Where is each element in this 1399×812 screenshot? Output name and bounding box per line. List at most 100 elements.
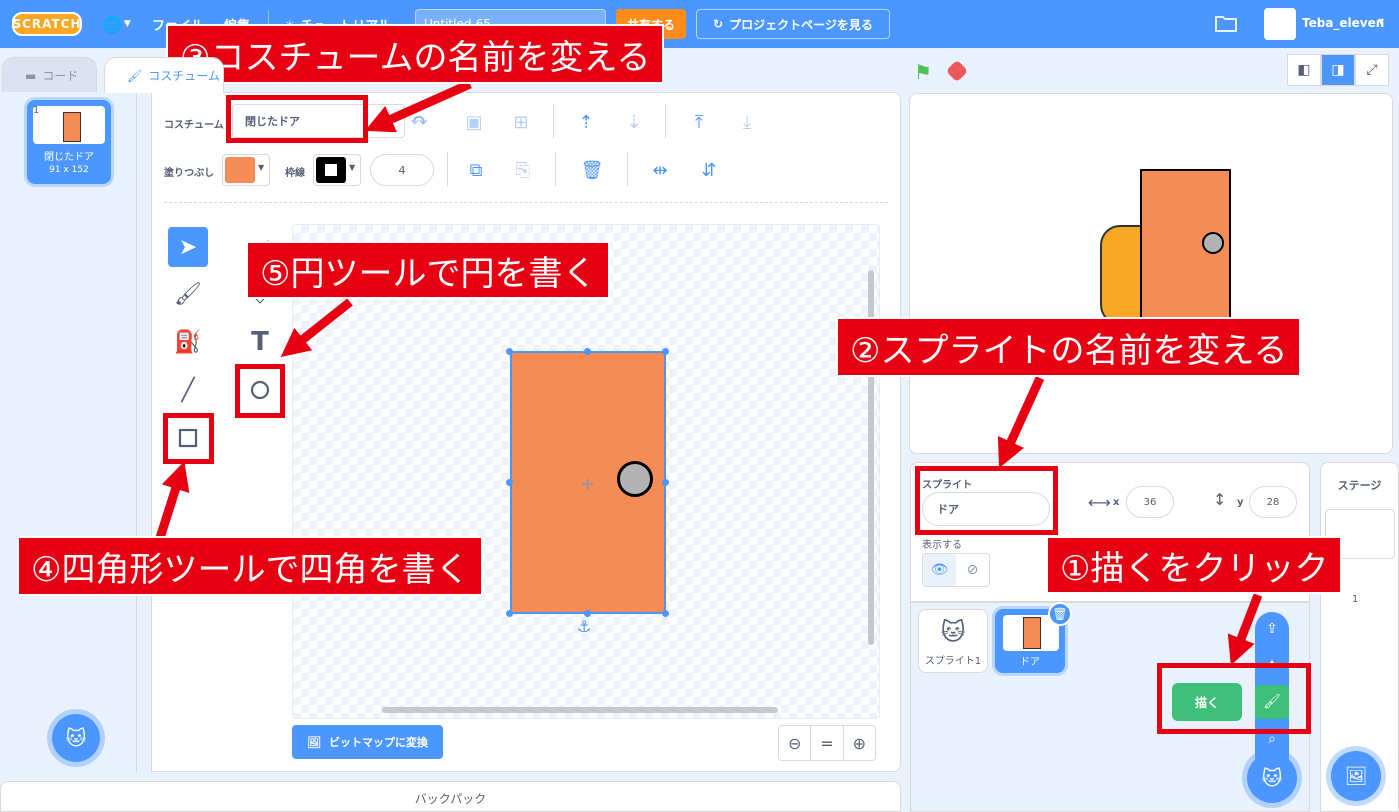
costume-item[interactable]: 1 閉じたドア 91 x 152: [27, 100, 111, 184]
redo-icon[interactable]: ↷: [406, 108, 434, 136]
cat-sprite[interactable]: [1100, 225, 1144, 325]
resize-handle[interactable]: [662, 348, 669, 355]
outline-color-picker[interactable]: ▼: [313, 154, 361, 186]
brush-tool[interactable]: 🖌: [168, 274, 208, 314]
trash-icon[interactable]: 🗑: [578, 156, 606, 184]
door-knob: [1202, 232, 1224, 254]
outline-label: 枠線: [285, 168, 305, 179]
small-stage-icon[interactable]: ◧: [1287, 54, 1321, 86]
fill-tool[interactable]: ⛽: [168, 322, 208, 362]
cursor-icon: ➤: [178, 234, 198, 260]
paste-icon[interactable]: ⎘: [509, 156, 537, 184]
convert-bitmap-button[interactable]: 🖼 ビットマップに変換: [292, 725, 443, 759]
add-costume-button[interactable]: 🐱: [52, 714, 100, 762]
stroke-width-input[interactable]: 4: [370, 154, 434, 186]
rotation-handle-icon[interactable]: ⚓: [577, 617, 591, 636]
resize-handle[interactable]: [506, 348, 513, 355]
backpack[interactable]: バックパック: [0, 781, 901, 812]
y-input[interactable]: 28: [1249, 486, 1297, 518]
y-arrows-icon: ↕: [1213, 490, 1227, 509]
line-tool[interactable]: ╱: [168, 370, 208, 410]
copy-icon[interactable]: ⧉: [462, 156, 490, 184]
flip-horizontal-icon[interactable]: ⇹: [646, 156, 674, 184]
select-tool[interactable]: ➤: [168, 227, 208, 267]
chevron-down-icon[interactable]: ▾: [1378, 14, 1384, 28]
resize-handle[interactable]: [662, 610, 669, 617]
toolbar-divider: [665, 104, 666, 138]
upload-sprite-icon[interactable]: ⇪: [1255, 612, 1289, 646]
tab-code[interactable]: ▬ コード: [2, 57, 97, 93]
show-label: 表示する: [922, 540, 962, 551]
zoom-controls: ⊖ = ⊕: [778, 725, 876, 761]
outline-color-swatch: [316, 157, 346, 183]
folder-icon[interactable]: [1215, 13, 1237, 33]
costume-label: コスチューム: [164, 120, 224, 131]
chevron-down-icon: ▼: [258, 163, 265, 172]
center-plus-icon: +: [580, 474, 596, 495]
image-plus-icon: 🖼: [1344, 765, 1368, 787]
language-globe-icon[interactable]: 🌐 ▼: [102, 12, 138, 36]
group-icon[interactable]: ▣: [460, 108, 488, 136]
zoom-out-icon[interactable]: ⊖: [779, 726, 812, 760]
resize-handle[interactable]: [662, 479, 669, 486]
door-thumbnail: [63, 112, 81, 142]
convert-bitmap-label: ビットマップに変換: [328, 736, 428, 749]
normal-stage-icon[interactable]: ◨: [1321, 54, 1355, 86]
front-icon[interactable]: ⤒: [685, 108, 713, 136]
image-icon: 🖼: [307, 735, 321, 749]
forward-icon[interactable]: ⇡: [572, 108, 600, 136]
tab-costumes[interactable]: 🖌 コスチューム: [104, 57, 224, 93]
sprite-tile-name: スプライト1: [924, 656, 982, 667]
add-backdrop-button[interactable]: 🖼: [1331, 751, 1381, 801]
backward-icon[interactable]: ⇣: [620, 108, 648, 136]
door-knob-circle[interactable]: [617, 461, 653, 497]
highlight-costume-name: [226, 95, 368, 143]
username[interactable]: Teba_eleven: [1302, 16, 1384, 30]
add-sprite-button[interactable]: 🐱: [1247, 753, 1297, 803]
zoom-reset-icon[interactable]: =: [811, 726, 844, 760]
x-label: x: [1113, 497, 1120, 508]
callout-step5: ⑤円ツールで円を書く: [246, 241, 611, 299]
text-icon: T: [251, 327, 269, 357]
toolbar-divider: [627, 152, 628, 186]
eye-icon[interactable]: 👁: [923, 554, 956, 586]
flip-vertical-icon[interactable]: ⇵: [695, 156, 723, 184]
ungroup-icon[interactable]: ⊞: [507, 108, 535, 136]
zoom-in-icon[interactable]: ⊕: [844, 726, 875, 760]
chevron-down-icon: ▼: [349, 163, 356, 172]
costume-number: 1: [33, 105, 40, 116]
backdrop-count: 1: [1352, 594, 1359, 605]
costume-thumbnail: [33, 106, 105, 144]
fill-label: 塗りつぶし: [164, 168, 215, 179]
costume-size: 91 x 152: [49, 165, 89, 175]
toolbar-separator: [164, 202, 888, 203]
callout-step1: ①描くをクリック: [1046, 536, 1343, 594]
delete-sprite-icon[interactable]: 🗑: [1048, 602, 1072, 626]
x-input[interactable]: 36: [1126, 486, 1174, 518]
eye-off-icon[interactable]: ⊘: [956, 554, 989, 586]
resize-handle[interactable]: [506, 479, 513, 486]
stage-title: ステージ: [1337, 479, 1382, 492]
paint-bucket-icon: ⛽: [174, 329, 202, 355]
resize-handle[interactable]: [584, 610, 591, 617]
text-tool[interactable]: T: [240, 322, 280, 362]
sprite-tile[interactable]: 🐱 スプライト1: [918, 609, 988, 673]
tab-code-label: コード: [42, 69, 79, 83]
sprite-tile-name: ドア: [1020, 657, 1040, 668]
back-icon[interactable]: ⤓: [733, 108, 761, 136]
y-label: y: [1237, 497, 1244, 508]
fill-color-picker[interactable]: ▼: [222, 154, 270, 186]
resize-handle[interactable]: [506, 610, 513, 617]
resize-handle[interactable]: [584, 348, 591, 355]
stop-icon[interactable]: [945, 59, 969, 83]
fullscreen-icon[interactable]: ⤢: [1355, 54, 1389, 86]
callout-step2: ②スプライトの名前を変える: [836, 317, 1302, 377]
horizontal-scrollbar[interactable]: [382, 707, 778, 713]
line-icon: ╱: [181, 377, 195, 403]
highlight-circle-tool: [235, 364, 285, 418]
avatar[interactable]: [1264, 8, 1296, 40]
green-flag-icon[interactable]: ⚑: [914, 60, 932, 84]
project-page-button[interactable]: ↻ プロジェクトページを見る: [696, 9, 890, 39]
scratch-logo[interactable]: SCRATCH: [12, 12, 82, 36]
toolbar-divider: [447, 152, 448, 186]
